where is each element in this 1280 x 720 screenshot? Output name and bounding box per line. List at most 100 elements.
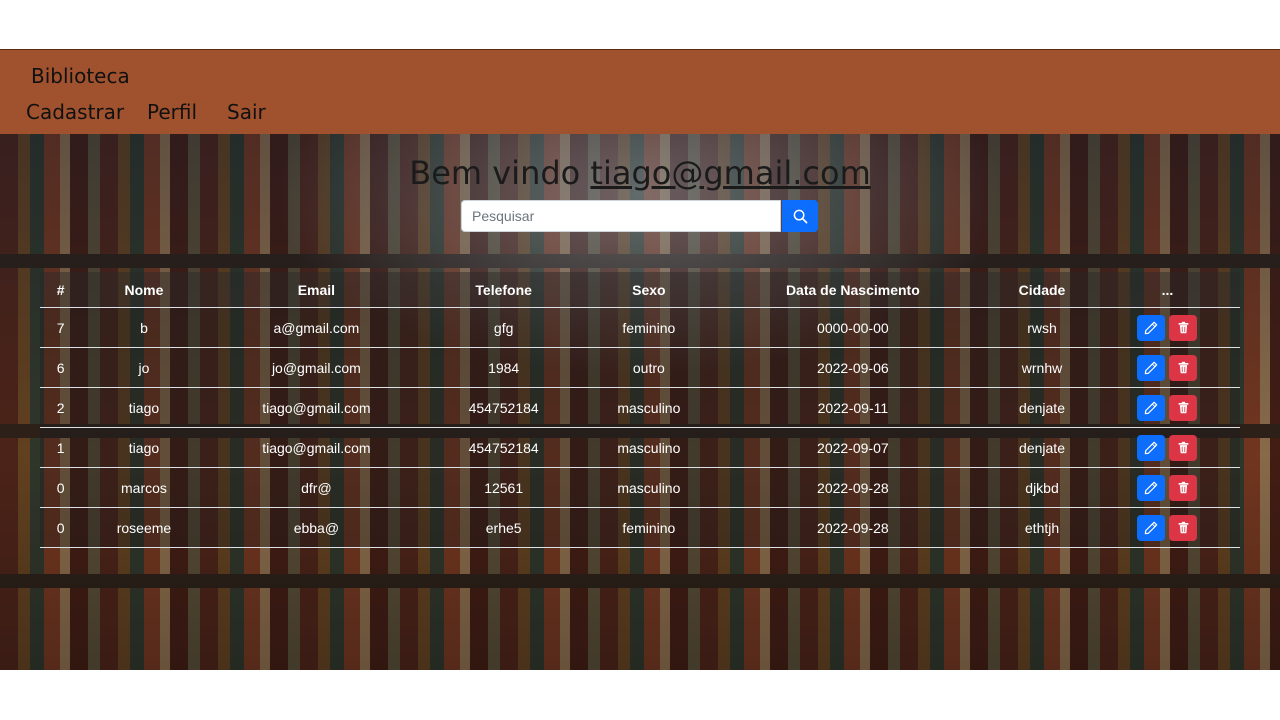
cell-email: jo@gmail.com [206, 347, 427, 388]
cell-telefone: erhe5 [426, 507, 582, 548]
table-row: 0 roseeme ebba@ erhe5 feminino 2022-09-28 etht… [40, 507, 1240, 548]
col-header-id: # [40, 272, 82, 308]
cell-data-nascimento: 2022-09-28 [716, 507, 990, 548]
row-actions [1095, 474, 1240, 501]
cell-id: 2 [40, 387, 82, 428]
cell-cidade: denjate [989, 427, 1095, 468]
search-button[interactable] [782, 200, 818, 232]
edit-button[interactable] [1137, 314, 1166, 341]
delete-button[interactable] [1169, 514, 1198, 541]
cell-cidade: ethtjh [989, 507, 1095, 548]
cell-data-nascimento: 2022-09-28 [716, 467, 990, 508]
cell-actions [1094, 507, 1240, 548]
pencil-icon [1145, 321, 1158, 334]
cell-cidade: wrnhw [989, 347, 1095, 388]
table-row: 1 tiago tiago@gmail.com 454752184 masculino 2… [40, 427, 1240, 468]
table-header-row: # Nome Email Telefone Sexo Data de Nasci… [40, 272, 1240, 308]
pencil-icon [1145, 441, 1158, 454]
pencil-icon [1145, 361, 1158, 374]
cell-nome: marcos [81, 467, 207, 508]
cell-nome: tiago [81, 387, 207, 428]
row-actions [1095, 434, 1240, 461]
cell-actions [1094, 347, 1240, 388]
cell-id: 6 [40, 347, 82, 388]
table-row: 2 tiago tiago@gmail.com 454752184 masculino 2… [40, 387, 1240, 428]
edit-button[interactable] [1137, 394, 1166, 421]
col-header-cidade: Cidade [989, 272, 1095, 308]
delete-button[interactable] [1169, 474, 1198, 501]
col-header-actions: ... [1094, 272, 1240, 308]
cell-telefone: 1984 [426, 347, 582, 388]
cell-sexo: outro [581, 347, 717, 388]
nav-link-perfil[interactable]: Perfil [147, 100, 197, 124]
welcome-heading: Bem vindo tiago@gmail.com [0, 154, 1280, 192]
cell-sexo: masculino [581, 387, 717, 428]
cell-nome: tiago [81, 427, 207, 468]
cell-id: 0 [40, 507, 82, 548]
cell-email: tiago@gmail.com [206, 427, 427, 468]
edit-button[interactable] [1137, 514, 1166, 541]
user-email-link[interactable]: tiago@gmail.com [590, 154, 870, 192]
cell-actions [1094, 387, 1240, 428]
cell-nome: b [81, 307, 207, 348]
users-table: # Nome Email Telefone Sexo Data de Nasci… [40, 272, 1240, 548]
nav-link-cadastrar[interactable]: Cadastrar [26, 100, 124, 124]
edit-button[interactable] [1137, 354, 1166, 381]
trash-icon [1178, 321, 1189, 334]
nav-link-sair[interactable]: Sair [227, 100, 266, 124]
search-icon [793, 209, 807, 223]
main-content: Bem vindo tiago@gmail.com # Nome Email T… [0, 134, 1280, 670]
trash-icon [1178, 441, 1189, 454]
col-header-data-nascimento: Data de Nascimento [716, 272, 990, 308]
cell-nome: roseeme [81, 507, 207, 548]
cell-telefone: 454752184 [426, 427, 582, 468]
trash-icon [1178, 401, 1189, 414]
search-input[interactable] [461, 200, 781, 232]
cell-telefone: 12561 [426, 467, 582, 508]
welcome-prefix: Bem vindo [409, 154, 581, 192]
pencil-icon [1145, 521, 1158, 534]
cell-sexo: masculino [581, 467, 717, 508]
pencil-icon [1145, 481, 1158, 494]
row-actions [1095, 394, 1240, 421]
cell-cidade: djkbd [989, 467, 1095, 508]
cell-cidade: rwsh [989, 307, 1095, 348]
cell-actions [1094, 427, 1240, 468]
cell-cidade: denjate [989, 387, 1095, 428]
col-header-nome: Nome [81, 272, 207, 308]
cell-id: 0 [40, 467, 82, 508]
cell-sexo: feminino [581, 307, 717, 348]
col-header-email: Email [206, 272, 427, 308]
row-actions [1095, 314, 1240, 341]
trash-icon [1178, 521, 1189, 534]
table-row: 6 jo jo@gmail.com 1984 outro 2022-09-06 wrnhw [40, 347, 1240, 388]
cell-sexo: masculino [581, 427, 717, 468]
cell-data-nascimento: 0000-00-00 [716, 307, 990, 348]
table-row: 7 b a@gmail.com gfg feminino 0000-00-00 rwsh [40, 307, 1240, 348]
edit-button[interactable] [1137, 474, 1166, 501]
brand-title[interactable]: Biblioteca [31, 64, 130, 88]
row-actions [1095, 514, 1240, 541]
cell-actions [1094, 307, 1240, 348]
cell-nome: jo [81, 347, 207, 388]
delete-button[interactable] [1169, 394, 1198, 421]
delete-button[interactable] [1169, 434, 1198, 461]
pencil-icon [1145, 401, 1158, 414]
cell-telefone: 454752184 [426, 387, 582, 428]
delete-button[interactable] [1169, 314, 1198, 341]
cell-email: tiago@gmail.com [206, 387, 427, 428]
cell-sexo: feminino [581, 507, 717, 548]
col-header-telefone: Telefone [426, 272, 582, 308]
cell-telefone: gfg [426, 307, 582, 348]
cell-data-nascimento: 2022-09-07 [716, 427, 990, 468]
cell-email: ebba@ [206, 507, 427, 548]
navbar: Biblioteca Cadastrar Perfil Sair [0, 49, 1280, 135]
trash-icon [1178, 361, 1189, 374]
edit-button[interactable] [1137, 434, 1166, 461]
cell-id: 1 [40, 427, 82, 468]
cell-email: a@gmail.com [206, 307, 427, 348]
delete-button[interactable] [1169, 354, 1198, 381]
col-header-sexo: Sexo [581, 272, 717, 308]
table-row: 0 marcos dfr@ 12561 masculino 2022-09-28 djkbd [40, 467, 1240, 508]
row-actions [1095, 354, 1240, 381]
